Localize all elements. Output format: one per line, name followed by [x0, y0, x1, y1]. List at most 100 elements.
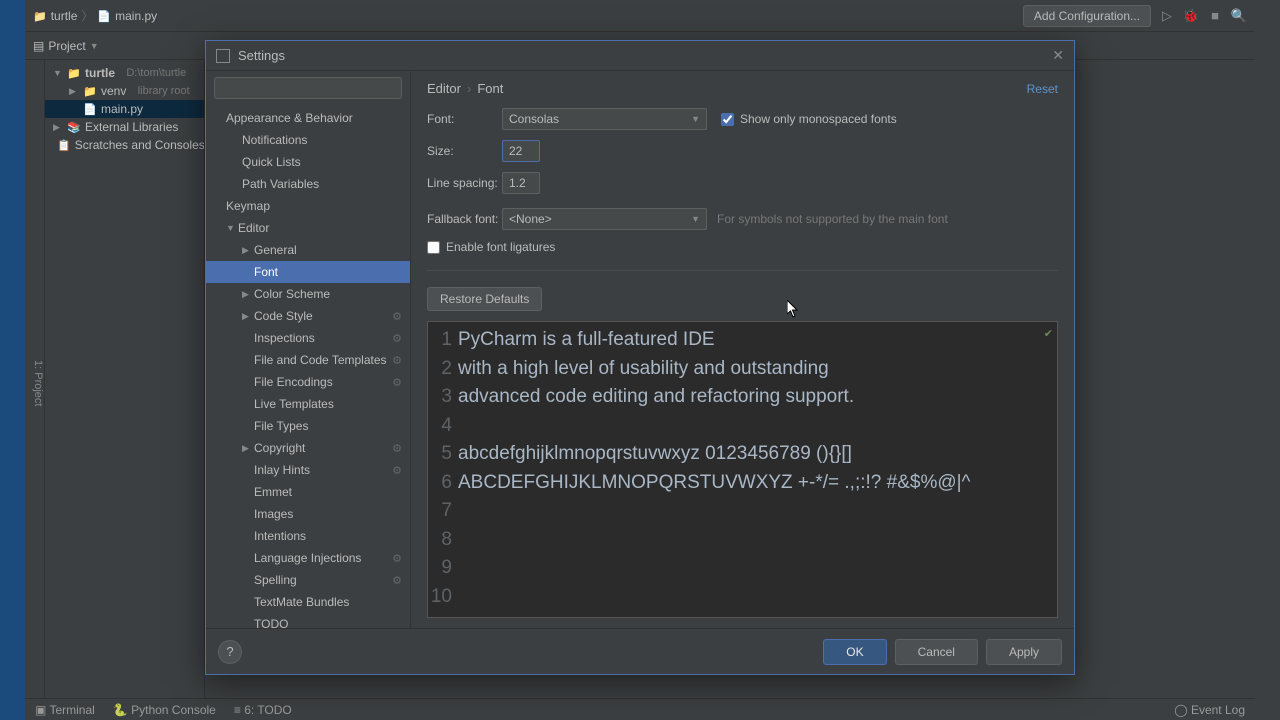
chevron-down-icon: ▼: [691, 114, 700, 124]
nav-keymap[interactable]: Keymap: [206, 195, 410, 217]
project-view-dropdown[interactable]: ▤ Project ▼: [33, 39, 99, 53]
terminal-tab[interactable]: ▣ Terminal: [35, 703, 95, 717]
project-label: Project: [48, 39, 85, 53]
chevron-right-icon: ▶: [69, 86, 79, 97]
ok-button[interactable]: OK: [823, 639, 886, 665]
todo-tab[interactable]: ≡ 6: TODO: [234, 703, 292, 717]
gear-icon: ⚙: [392, 332, 402, 345]
path-font: Font: [477, 81, 503, 96]
nav-language-injections[interactable]: Language Injections⚙: [206, 547, 410, 569]
chevron-right-icon: ›: [467, 81, 471, 96]
ligatures-label: Enable font ligatures: [446, 240, 555, 254]
scratch-icon: 📋: [57, 139, 71, 152]
size-label: Size:: [427, 144, 502, 158]
gear-icon: ⚙: [392, 354, 402, 367]
nav-spelling[interactable]: Spelling⚙: [206, 569, 410, 591]
separator-icon: 〉: [81, 7, 93, 24]
statusbar: ▣ Terminal 🐍 Python Console ≡ 6: TODO ◯ …: [25, 698, 1255, 720]
line-spacing-input[interactable]: [502, 172, 540, 194]
settings-search-input[interactable]: [214, 77, 402, 99]
nav-todo[interactable]: TODO: [206, 613, 410, 628]
nav-editor[interactable]: ▼Editor: [206, 217, 410, 239]
nav-file-encodings[interactable]: File Encodings⚙: [206, 371, 410, 393]
breadcrumb-file[interactable]: main.py: [115, 9, 157, 23]
tree-external-libraries[interactable]: ▶📚External Libraries: [45, 118, 204, 136]
reset-link[interactable]: Reset: [1027, 82, 1058, 96]
settings-nav: Appearance & Behavior Notifications Quic…: [206, 71, 411, 628]
fallback-label: Fallback font:: [427, 212, 502, 226]
chevron-down-icon: ▼: [691, 214, 700, 224]
folder-icon: ▤: [33, 39, 44, 53]
titlebar: turtle 〉 main.py Add Configuration... ▷ …: [25, 0, 1255, 32]
nav-copyright[interactable]: ▶Copyright⚙: [206, 437, 410, 459]
tree-main-py[interactable]: 📄main.py: [45, 100, 204, 118]
line-spacing-label: Line spacing:: [427, 176, 502, 190]
dialog-footer: ? OK Cancel Apply: [206, 628, 1074, 674]
nav-inlay-hints[interactable]: Inlay Hints⚙: [206, 459, 410, 481]
chevron-down-icon: ▼: [90, 41, 99, 51]
gear-icon: ⚙: [392, 552, 402, 565]
fallback-select[interactable]: <None>▼: [502, 208, 707, 230]
nav-code-style[interactable]: ▶Code Style⚙: [206, 305, 410, 327]
nav-images[interactable]: Images: [206, 503, 410, 525]
run-icon[interactable]: ▷: [1159, 8, 1175, 24]
project-tree: ▼📁turtle D:\tom\turtle ▶📁venv library ro…: [45, 60, 205, 698]
dialog-title: Settings: [238, 48, 285, 63]
path-editor[interactable]: Editor: [427, 81, 461, 96]
python-file-icon: 📄: [83, 103, 97, 116]
restore-defaults-button[interactable]: Restore Defaults: [427, 287, 542, 311]
monospace-checkbox[interactable]: [721, 113, 734, 126]
debug-icon[interactable]: 🐞: [1183, 8, 1199, 24]
gear-icon: ⚙: [392, 442, 402, 455]
nav-intentions[interactable]: Intentions: [206, 525, 410, 547]
monospace-label: Show only monospaced fonts: [740, 112, 897, 126]
nav-notifications[interactable]: Notifications: [206, 129, 410, 151]
python-console-tab[interactable]: 🐍 Python Console: [113, 703, 216, 717]
nav-color-scheme[interactable]: ▶Color Scheme: [206, 283, 410, 305]
nav-inspections[interactable]: Inspections⚙: [206, 327, 410, 349]
chevron-down-icon: ▼: [226, 223, 238, 233]
nav-font[interactable]: Font: [206, 261, 410, 283]
python-file-icon: [97, 9, 111, 23]
chevron-right-icon: ▶: [242, 289, 254, 300]
search-icon[interactable]: 🔍: [1231, 8, 1247, 24]
tree-venv[interactable]: ▶📁venv library root: [45, 82, 204, 100]
cancel-button[interactable]: Cancel: [895, 639, 978, 665]
settings-content: Editor › Font Reset Font: Consolas▼ Show…: [411, 71, 1074, 628]
folder-icon: [33, 9, 47, 23]
breadcrumb: turtle 〉 main.py: [33, 7, 157, 24]
nav-emmet[interactable]: Emmet: [206, 481, 410, 503]
ligatures-checkbox[interactable]: [427, 241, 440, 254]
font-select[interactable]: Consolas▼: [502, 108, 707, 130]
apply-button[interactable]: Apply: [986, 639, 1062, 665]
close-icon[interactable]: ✕: [1052, 47, 1064, 64]
font-preview: ✔ 12345678910 PyCharm is a full-featured…: [427, 321, 1058, 618]
stop-icon[interactable]: ■: [1207, 8, 1223, 24]
breadcrumb-root[interactable]: turtle: [51, 9, 78, 23]
size-input[interactable]: [502, 140, 540, 162]
chevron-right-icon: ▶: [242, 311, 254, 322]
nav-file-types[interactable]: File Types: [206, 415, 410, 437]
tree-scratches[interactable]: 📋Scratches and Consoles: [45, 136, 204, 154]
gear-icon: ⚙: [392, 310, 402, 323]
chevron-right-icon: ▶: [242, 245, 254, 256]
event-log-tab[interactable]: ◯ Event Log: [1174, 703, 1245, 717]
help-button[interactable]: ?: [218, 640, 242, 664]
settings-dialog: Settings ✕ Appearance & Behavior Notific…: [205, 40, 1075, 675]
check-icon: ✔: [1044, 326, 1053, 343]
nav-live-templates[interactable]: Live Templates: [206, 393, 410, 415]
folder-icon: 📁: [83, 85, 97, 98]
tree-root[interactable]: ▼📁turtle D:\tom\turtle: [45, 64, 204, 82]
nav-appearance[interactable]: Appearance & Behavior: [206, 107, 410, 129]
add-configuration-button[interactable]: Add Configuration...: [1023, 5, 1151, 27]
nav-quick-lists[interactable]: Quick Lists: [206, 151, 410, 173]
left-tool-tab[interactable]: 1: Project: [25, 60, 45, 698]
chevron-down-icon: ▼: [53, 68, 63, 78]
nav-textmate-bundles[interactable]: TextMate Bundles: [206, 591, 410, 613]
nav-file-templates[interactable]: File and Code Templates⚙: [206, 349, 410, 371]
folder-icon: 📁: [67, 67, 81, 80]
library-icon: 📚: [67, 121, 81, 134]
nav-path-variables[interactable]: Path Variables: [206, 173, 410, 195]
chevron-right-icon: ▶: [242, 443, 254, 454]
nav-general[interactable]: ▶General: [206, 239, 410, 261]
